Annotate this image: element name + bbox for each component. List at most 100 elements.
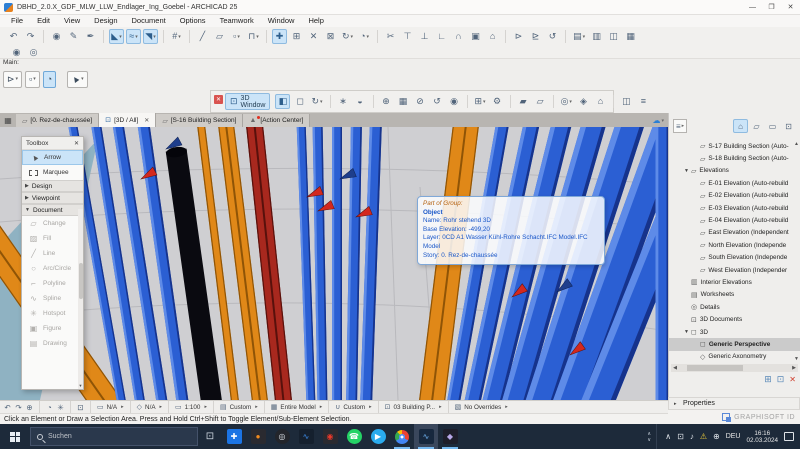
arrow-tool-button[interactable]: ▲▾ [67, 71, 87, 88]
trim-button[interactable]: ⊠ [323, 29, 338, 44]
pen-set-field[interactable]: ▭N/A▸ [95, 401, 126, 413]
group-toggle-button[interactable]: ◎ [26, 45, 41, 60]
toolbox-close-icon[interactable]: ✕ [74, 140, 79, 147]
bounding-box-button[interactable]: ◻ [292, 94, 307, 109]
pipe[interactable] [332, 127, 342, 400]
telegram-app[interactable]: ▶ [366, 424, 390, 449]
graphic-override-field[interactable]: ▧No Overrides▸ [453, 401, 510, 413]
tree-scroll-down-icon[interactable]: ▼ [794, 356, 799, 362]
tab-s16-section[interactable]: ▱[S-16 Building Section] [156, 114, 243, 127]
video-camera-button[interactable]: ◫ [619, 94, 634, 109]
pick-up-parameters-button[interactable]: ✎ [66, 29, 81, 44]
panel-link-button[interactable]: ◫ [606, 29, 621, 44]
tree-item-e-04-elevation-auto-rebuild[interactable]: ▱E-04 Elevation (Auto-rebuild [669, 214, 800, 226]
perspective-eye-button[interactable]: ◉ [447, 94, 462, 109]
no-walk-button[interactable]: ⊘ [413, 94, 428, 109]
view-map-button[interactable]: ▱ [749, 119, 764, 133]
3d-window-button[interactable]: ⊡ 3D Window [225, 93, 270, 110]
group-viewpoint[interactable]: ▶Viewpoint [22, 192, 83, 204]
3d-viewport[interactable]: Part of Group: Object Name: Rohr stehend… [0, 127, 668, 400]
graphisoft-id-icon[interactable] [722, 413, 730, 421]
undo-button[interactable]: ↶ [6, 29, 21, 44]
panel-grid-button[interactable]: ▦ [623, 29, 638, 44]
guide-segment-button[interactable]: ╱ [195, 29, 210, 44]
paint-bucket-button[interactable]: ▱ [533, 94, 548, 109]
tree-item-east-elevation-independent[interactable]: ▱East Elevation (Independent [669, 227, 800, 239]
first-aid-kit-app[interactable]: ✚ [222, 424, 246, 449]
project-map-button[interactable]: ⌂ [733, 119, 748, 133]
suspend-groups-button[interactable]: ⊓▾ [246, 29, 261, 44]
layers-3d-button[interactable]: ≡ [636, 94, 651, 109]
notification-center-icon[interactable] [784, 432, 794, 441]
menu-teamwork[interactable]: Teamwork [213, 15, 261, 27]
hotspot-tool[interactable]: ✳Hotspot [22, 306, 83, 321]
expand-arrow-icon[interactable]: ▼ [684, 168, 691, 174]
intersect-button[interactable]: ✕ [306, 29, 321, 44]
flag-check-button[interactable]: ⊳ [511, 29, 526, 44]
tree-item-3d[interactable]: ▼◻3D [669, 326, 800, 338]
home-view-button[interactable]: ⌂ [485, 29, 500, 44]
capcut-app[interactable]: ◆ [438, 424, 462, 449]
delete-button[interactable]: ✕ [789, 375, 796, 384]
marquee-tool[interactable]: Marquee [22, 165, 83, 180]
tray-chevron-icon[interactable]: ∧ [665, 432, 671, 441]
menu-document[interactable]: Document [125, 15, 173, 27]
rotate-view-button[interactable]: ↻▾ [340, 29, 355, 44]
eraser-button[interactable]: ▱ [212, 29, 227, 44]
taskbar-scroll-buttons[interactable]: ∧∨ [642, 431, 656, 443]
line-tool[interactable]: ╱Line [22, 246, 83, 261]
tree-item-elevations[interactable]: ▼▱Elevations [669, 165, 800, 177]
maximize-button[interactable]: ❐ [762, 0, 781, 14]
inject-parameters-button[interactable]: ✒ [83, 29, 98, 44]
tab-overview-button[interactable]: ▦ [0, 114, 16, 127]
home-camera-button[interactable]: ⌂ [593, 94, 608, 109]
drag-button[interactable]: ✚ [272, 29, 287, 44]
archicad-app[interactable]: ∿ [414, 424, 438, 449]
split-button[interactable]: ✂ [383, 29, 398, 44]
stretch-button[interactable]: ⊞ [289, 29, 304, 44]
tree-item-north-elevation-independe[interactable]: ▱North Elevation (Independe [669, 239, 800, 251]
properties-bar[interactable]: ▸ Properties [668, 397, 800, 410]
marquee-mode-button[interactable]: ▫▾ [25, 71, 40, 88]
walk-mode-button[interactable]: ∗ [336, 94, 351, 109]
redo-button[interactable]: ↷ [23, 29, 38, 44]
tree-item-worksheets[interactable]: ▤Worksheets [669, 289, 800, 301]
menu-edit[interactable]: Edit [30, 15, 57, 27]
publisher-button[interactable]: ⊡ [781, 119, 796, 133]
cutaway-button[interactable]: ◧ [275, 94, 290, 109]
teamwork-cloud-button[interactable]: ☁▾ [652, 114, 664, 127]
tree-item-e-02-elevation-auto-rebuild[interactable]: ▱E-02 Elevation (Auto-rebuild [669, 190, 800, 202]
refresh-teamwork-button[interactable]: ↺ [545, 29, 560, 44]
tab-rez-de-chaussee[interactable]: ▱[0. Rez-de-chaussée] [16, 114, 99, 127]
navigator-tree-button[interactable]: ≡▸ [673, 119, 687, 133]
orbit-mode-button[interactable]: ◔ [43, 71, 56, 88]
menu-options[interactable]: Options [173, 15, 213, 27]
tab-action-center[interactable]: ▲[Action Center] [243, 114, 310, 127]
toolbox-scrollbar[interactable] [78, 209, 83, 389]
figure-tool[interactable]: ▣Figure [22, 321, 83, 336]
zoom-button[interactable]: ⊕ [24, 402, 35, 413]
arc-circle-tool[interactable]: ○Arc/Circle [22, 261, 83, 276]
tree-item-e-03-elevation-auto-rebuild[interactable]: ▱E-03 Elevation (Auto-rebuild [669, 202, 800, 214]
obs-studio-app[interactable]: ◎ [270, 424, 294, 449]
tray-network-icon[interactable]: ⊕ [713, 432, 720, 441]
3d-settings-button[interactable]: ⚙ [490, 94, 505, 109]
menu-file[interactable]: File [4, 15, 30, 27]
panel-button[interactable]: ▤▾ [571, 29, 587, 44]
tree-item-e-01-elevation-auto-rebuild[interactable]: ▱E-01 Elevation (Auto-rebuild [669, 177, 800, 189]
expand-arrow-icon[interactable]: ▼ [684, 329, 691, 335]
orbit-button[interactable]: ◉ [49, 29, 64, 44]
language-indicator[interactable]: DEU [726, 433, 741, 440]
walk-quick-button[interactable]: ✳ [55, 402, 66, 413]
taskbar-clock[interactable]: 16:16 02.03.2024 [746, 430, 778, 444]
menu-design[interactable]: Design [87, 15, 124, 27]
explore-model-button[interactable]: ◒ [353, 94, 368, 109]
adjust-button[interactable]: ⊤ [400, 29, 415, 44]
tree-item-3d-documents[interactable]: ⊡3D Documents [669, 313, 800, 325]
spline-tool[interactable]: ∿Spline [22, 291, 83, 306]
panel-copy-button[interactable]: ▥ [589, 29, 604, 44]
tree-item-generic-axonometry[interactable]: ◇Generic Axonometry [669, 351, 800, 363]
camera-locked-button[interactable]: ◈ [576, 94, 591, 109]
capture-view-button[interactable]: ⊞▾ [473, 94, 488, 109]
tree-item-s-18-building-section-auto[interactable]: ▱S-18 Building Section (Auto- [669, 152, 800, 164]
